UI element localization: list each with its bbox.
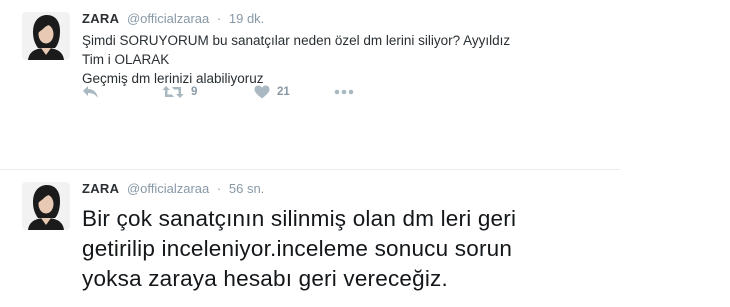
avatar[interactable] [22, 182, 70, 230]
retweet-count: 9 [191, 86, 198, 98]
reply-button[interactable] [82, 82, 99, 102]
tweet-text-line: getirilip inceleniyor.inceleme sonucu so… [82, 236, 513, 261]
retweet-icon [162, 86, 184, 98]
tweet-text: Şimdi SORUYORUM bu sanatçılar neden özel… [82, 31, 512, 88]
avatar-image [22, 182, 70, 230]
avatar-image [22, 12, 70, 60]
more-button[interactable] [334, 82, 354, 102]
tweet-text-line: Şimdi SORUYORUM bu sanatçılar neden özel… [82, 33, 511, 67]
tweet-2[interactable]: ZARA @officialzaraa · 56 sn. Bir çok san… [0, 170, 730, 307]
retweet-button[interactable]: 9 [162, 82, 197, 102]
reply-icon [83, 86, 98, 98]
more-icon [334, 89, 354, 95]
timestamp[interactable]: 56 sn. [229, 181, 264, 196]
heart-icon [254, 85, 270, 99]
tweet-header: ZARA @officialzaraa · 56 sn. [82, 181, 264, 196]
like-count: 21 [277, 86, 290, 98]
tweet-text: Bir çok sanatçının silinmiş olan dm leri… [82, 204, 642, 294]
tweet-1[interactable]: ZARA @officialzaraa · 19 dk. Şimdi SORUY… [0, 0, 730, 120]
like-button[interactable]: 21 [254, 82, 290, 102]
timestamp[interactable]: 19 dk. [229, 11, 264, 26]
separator-dot: · [216, 11, 222, 26]
user-handle[interactable]: @officialzaraa [127, 181, 209, 196]
user-handle[interactable]: @officialzaraa [127, 11, 209, 26]
tweet-header: ZARA @officialzaraa · 19 dk. [82, 11, 264, 26]
avatar[interactable] [22, 12, 70, 60]
separator-dot: · [216, 181, 222, 196]
tweet-text-line: yoksa zaraya hesabı geri vereceğiz. [82, 266, 448, 291]
tweet-text-line: Bir çok sanatçının silinmiş olan dm leri… [82, 206, 517, 231]
display-name[interactable]: ZARA [82, 181, 119, 196]
tweet-text-line: Geçmiş dm lerinizi alabiliyoruz [82, 71, 264, 86]
display-name[interactable]: ZARA [82, 11, 119, 26]
